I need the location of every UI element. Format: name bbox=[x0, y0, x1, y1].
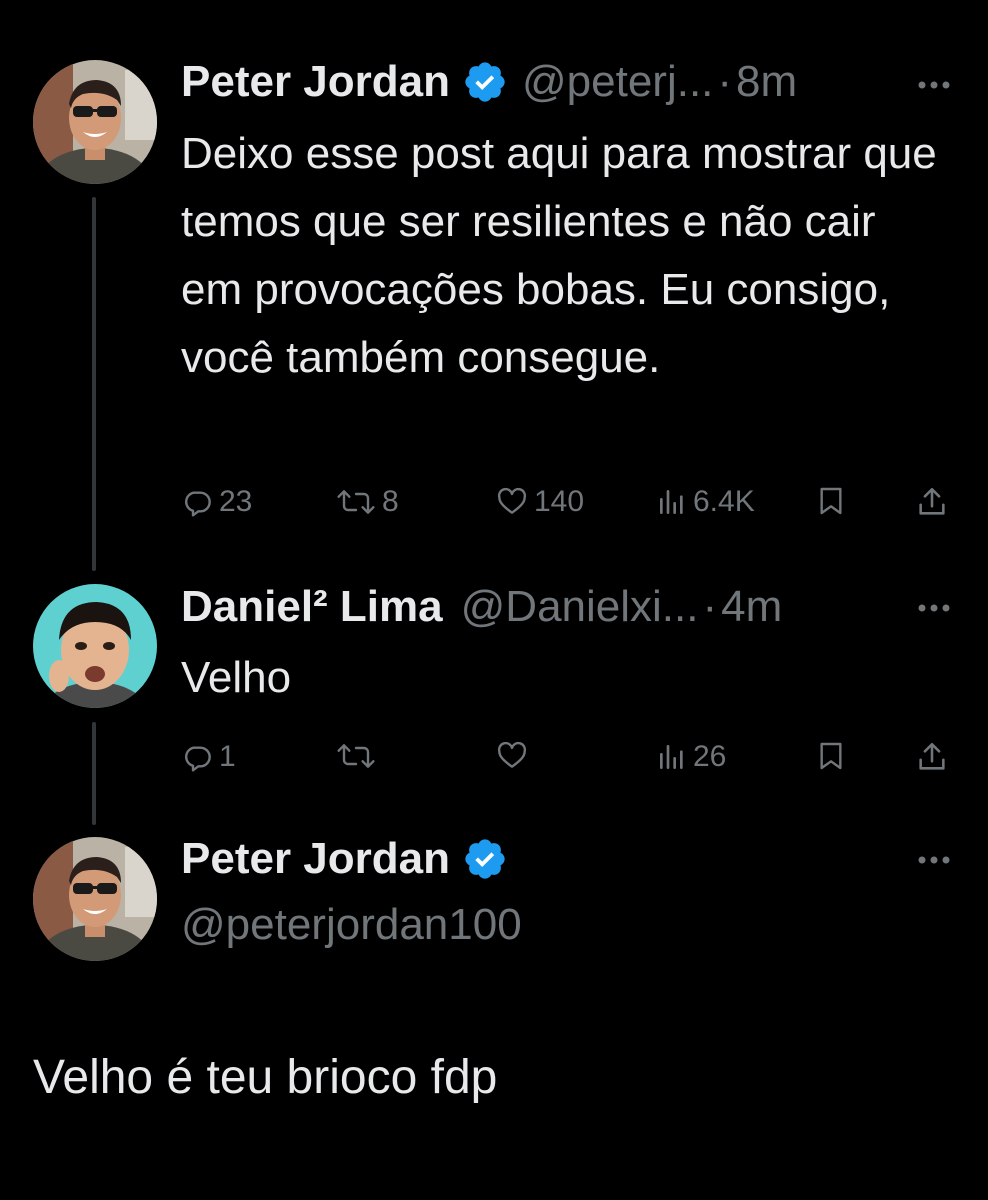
heart-icon bbox=[496, 486, 528, 518]
repost-button[interactable] bbox=[336, 740, 376, 772]
author-handle[interactable]: @Danielxi... bbox=[461, 581, 699, 633]
tweet-2-text: Velho bbox=[181, 653, 292, 702]
tweet-2-header: Daniel² Lima @Danielxi... · 4m bbox=[181, 581, 782, 633]
share-icon bbox=[915, 740, 949, 774]
repost-icon bbox=[336, 740, 376, 772]
verified-badge-icon bbox=[462, 59, 508, 105]
views-count: 26 bbox=[693, 740, 727, 773]
author-handle[interactable]: @peterj... bbox=[522, 56, 713, 108]
bookmark-button[interactable] bbox=[815, 485, 847, 517]
author-name[interactable]: Daniel² Lima bbox=[181, 581, 443, 633]
author-name[interactable]: Peter Jordan bbox=[181, 56, 450, 108]
avatar-daniel-lima[interactable] bbox=[33, 584, 157, 708]
views-icon bbox=[657, 741, 687, 773]
more-icon[interactable] bbox=[916, 853, 952, 865]
views-count: 6.4K bbox=[693, 485, 755, 518]
author-handle[interactable]: @peterjordan100 bbox=[181, 899, 522, 951]
tweet-1-text: Deixo esse post aqui para mostrar que te… bbox=[181, 129, 937, 382]
bookmark-icon bbox=[815, 740, 847, 772]
tweet-3-text: Velho é teu brioco fdp bbox=[33, 1051, 498, 1104]
share-button[interactable] bbox=[915, 485, 949, 519]
heart-icon bbox=[496, 740, 528, 772]
thread-connector-2 bbox=[92, 722, 96, 825]
views-button[interactable]: 6.4K bbox=[657, 485, 755, 519]
reply-icon bbox=[181, 486, 213, 518]
repost-count: 8 bbox=[382, 485, 399, 518]
separator-dot: · bbox=[717, 57, 733, 106]
separator-dot: · bbox=[702, 582, 718, 631]
verified-badge-icon bbox=[462, 836, 508, 882]
thread-connector-1 bbox=[92, 197, 96, 571]
reply-icon bbox=[181, 741, 213, 773]
more-icon[interactable] bbox=[916, 78, 952, 90]
avatar-peter-jordan[interactable] bbox=[33, 837, 157, 961]
repost-icon bbox=[336, 486, 376, 518]
like-button[interactable]: 140 bbox=[496, 485, 584, 519]
more-icon[interactable] bbox=[916, 601, 952, 613]
tweet-2-actions: 1 26 bbox=[181, 740, 961, 780]
reply-button[interactable]: 23 bbox=[181, 485, 252, 519]
bookmark-button[interactable] bbox=[815, 740, 847, 772]
share-button[interactable] bbox=[915, 740, 949, 774]
author-name[interactable]: Peter Jordan bbox=[181, 833, 450, 885]
reply-button[interactable]: 1 bbox=[181, 740, 236, 774]
bookmark-icon bbox=[815, 485, 847, 517]
tweet-1-header: Peter Jordan @peterj... · 8m bbox=[181, 56, 797, 108]
tweet-3-header: Peter Jordan bbox=[181, 833, 508, 885]
avatar-peter-jordan[interactable] bbox=[33, 60, 157, 184]
reply-count: 23 bbox=[219, 485, 253, 518]
repost-button[interactable]: 8 bbox=[336, 485, 399, 519]
share-icon bbox=[915, 485, 949, 519]
like-count: 140 bbox=[534, 485, 585, 518]
views-button[interactable]: 26 bbox=[657, 740, 726, 774]
timestamp[interactable]: 8m bbox=[736, 56, 797, 108]
views-icon bbox=[657, 486, 687, 518]
reply-count: 1 bbox=[219, 740, 236, 773]
timestamp[interactable]: 4m bbox=[721, 581, 782, 633]
tweet-1-actions: 23 8 140 6.4K bbox=[181, 485, 961, 525]
like-button[interactable] bbox=[496, 740, 528, 772]
